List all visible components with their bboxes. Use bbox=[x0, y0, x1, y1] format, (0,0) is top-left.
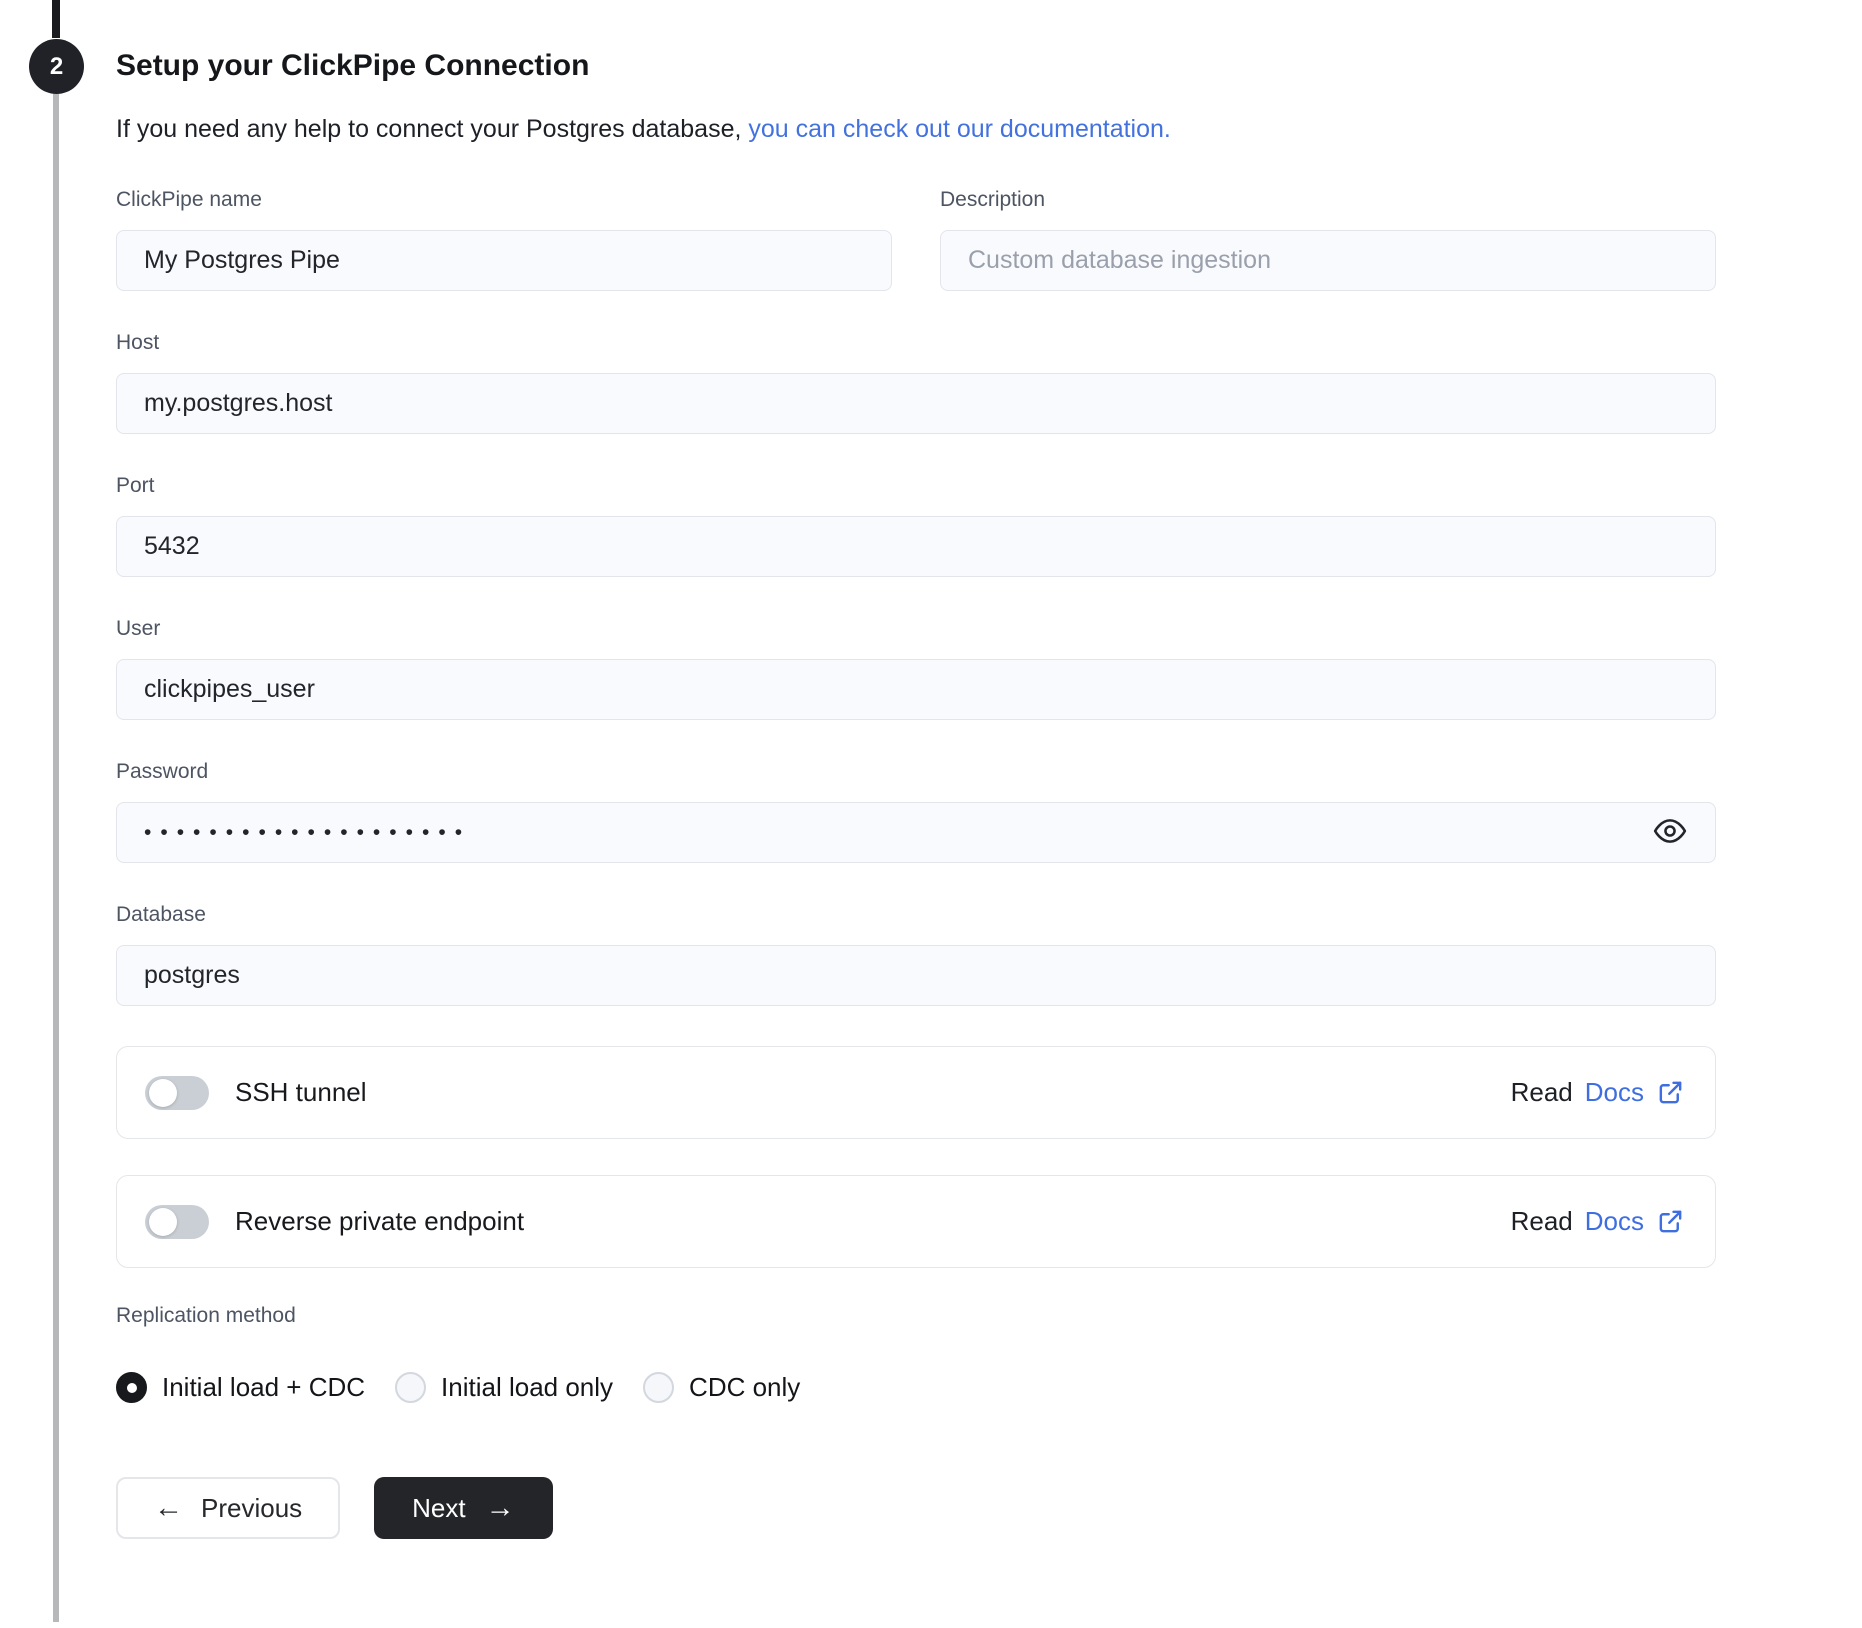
database-label: Database bbox=[116, 903, 206, 926]
port-group: Port bbox=[116, 474, 1716, 577]
ssh-tunnel-docs-link[interactable]: Docs bbox=[1585, 1077, 1644, 1108]
next-button-label: Next bbox=[412, 1492, 466, 1523]
reverse-private-endpoint-docs-link[interactable]: Docs bbox=[1585, 1206, 1644, 1237]
previous-button[interactable]: ← Previous bbox=[116, 1477, 341, 1539]
database-input[interactable] bbox=[116, 945, 1716, 1006]
user-group: User bbox=[116, 617, 1716, 720]
port-label: Port bbox=[116, 474, 155, 497]
form-actions: ← Previous Next → bbox=[116, 1477, 1716, 1539]
radio-label: CDC only bbox=[689, 1372, 801, 1402]
show-password-button[interactable] bbox=[1650, 813, 1690, 853]
password-input[interactable] bbox=[116, 802, 1716, 863]
intro-text-plain: If you need any help to connect your Pos… bbox=[116, 115, 742, 143]
clickpipe-name-input[interactable] bbox=[116, 230, 892, 291]
ssh-tunnel-label: SSH tunnel bbox=[235, 1077, 367, 1107]
page-title: Setup your ClickPipe Connection bbox=[116, 49, 590, 82]
intro-text: If you need any help to connect your Pos… bbox=[116, 113, 1716, 146]
reverse-private-endpoint-row: Reverse private endpoint Read Docs bbox=[116, 1175, 1716, 1268]
description-group: Description bbox=[940, 188, 1716, 291]
eye-icon bbox=[1653, 814, 1687, 851]
radio-initial-load-cdc[interactable]: Initial load + CDC bbox=[116, 1372, 365, 1403]
clickpipe-name-label: ClickPipe name bbox=[116, 188, 262, 211]
password-label: Password bbox=[116, 760, 209, 783]
radio-initial-load-only[interactable]: Initial load only bbox=[395, 1372, 613, 1403]
clickpipe-connection-section: Setup your ClickPipe Connection If you n… bbox=[116, 0, 1716, 1539]
clickpipe-name-group: ClickPipe name bbox=[116, 188, 892, 291]
documentation-link[interactable]: you can check out our documentation. bbox=[748, 115, 1171, 143]
radio-circle-icon bbox=[643, 1372, 675, 1403]
ssh-tunnel-row: SSH tunnel Read Docs bbox=[116, 1046, 1716, 1139]
description-input[interactable] bbox=[940, 230, 1716, 291]
host-group: Host bbox=[116, 331, 1716, 434]
host-input[interactable] bbox=[116, 373, 1716, 434]
step-number: 2 bbox=[49, 52, 64, 80]
step-connector-bottom bbox=[53, 94, 59, 1622]
toggle-knob bbox=[149, 1078, 177, 1107]
database-group: Database bbox=[116, 903, 1716, 1006]
left-arrow-icon: ← bbox=[154, 1491, 183, 1524]
connection-form: ClickPipe name Description Host Port Use… bbox=[116, 188, 1716, 1539]
password-group: Password bbox=[116, 760, 1716, 863]
read-text: Read bbox=[1510, 1077, 1573, 1107]
radio-label: Initial load + CDC bbox=[162, 1372, 366, 1402]
radio-circle-icon bbox=[116, 1372, 147, 1403]
read-text: Read bbox=[1510, 1206, 1573, 1236]
user-input[interactable] bbox=[116, 659, 1716, 720]
replication-method-label: Replication method bbox=[116, 1304, 296, 1327]
previous-button-label: Previous bbox=[201, 1492, 303, 1523]
next-button[interactable]: Next → bbox=[374, 1477, 553, 1539]
external-link-icon[interactable] bbox=[1656, 1207, 1685, 1236]
description-label: Description bbox=[940, 188, 1046, 211]
reverse-private-endpoint-toggle[interactable] bbox=[145, 1204, 209, 1239]
host-label: Host bbox=[116, 331, 160, 354]
radio-circle-icon bbox=[395, 1372, 427, 1403]
ssh-tunnel-toggle[interactable] bbox=[145, 1075, 209, 1110]
user-label: User bbox=[116, 617, 161, 640]
radio-cdc-only[interactable]: CDC only bbox=[643, 1372, 800, 1403]
port-input[interactable] bbox=[116, 516, 1716, 577]
reverse-private-endpoint-label: Reverse private endpoint bbox=[235, 1206, 525, 1236]
toggle-knob bbox=[149, 1207, 177, 1236]
step-connector-top bbox=[52, 0, 60, 38]
radio-label: Initial load only bbox=[441, 1372, 614, 1402]
right-arrow-icon: → bbox=[485, 1491, 515, 1524]
replication-method-options: Initial load + CDC Initial load only CDC… bbox=[116, 1372, 1716, 1403]
external-link-icon[interactable] bbox=[1656, 1078, 1685, 1107]
step-number-badge: 2 bbox=[29, 39, 84, 94]
